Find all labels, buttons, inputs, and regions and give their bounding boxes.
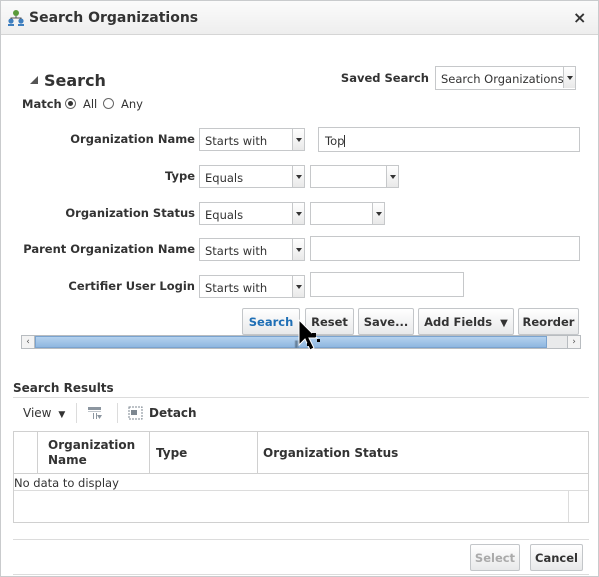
dropdown-triangle-icon: ▼	[500, 318, 508, 329]
footer-divider	[13, 539, 589, 540]
save-button[interactable]: Save...	[358, 308, 414, 335]
chevron-down-icon	[292, 239, 304, 260]
column-header-organization-status[interactable]: Organization Status	[258, 432, 588, 474]
scrollbar-thumb[interactable]: |||	[35, 336, 547, 348]
chevron-down-icon	[292, 203, 304, 224]
match-any-radio[interactable]	[103, 98, 114, 109]
match-all-label: All	[83, 97, 98, 111]
operator-value: Starts with	[205, 244, 268, 258]
chevron-down-icon	[563, 67, 575, 88]
operator-value: Starts with	[205, 134, 268, 148]
dropdown-triangle-icon: ▼	[58, 410, 66, 420]
chevron-down-icon	[386, 166, 398, 187]
search-heading: Search	[44, 71, 106, 90]
toolbar-separator	[76, 403, 77, 423]
select-button[interactable]: Select	[470, 544, 520, 571]
parent-organization-name-label: Parent Organization Name	[23, 242, 195, 256]
match-all-radio[interactable]	[65, 98, 76, 109]
detach-icon[interactable]	[128, 406, 143, 420]
column-label: Organization Name	[48, 438, 136, 467]
chevron-down-icon	[292, 166, 304, 187]
type-operator[interactable]: Equals	[199, 165, 305, 188]
view-label: View	[23, 406, 52, 420]
results-table: Organization Name Type Organization Stat…	[13, 431, 589, 523]
parent-organization-name-input[interactable]	[310, 236, 580, 261]
row-divider	[14, 490, 588, 491]
organization-icon	[8, 10, 24, 26]
table-header: Organization Name Type Organization Stat…	[14, 432, 588, 474]
add-fields-button[interactable]: Add Fields ▼	[418, 308, 514, 335]
search-results-title: Search Results	[13, 381, 114, 395]
saved-search-label: Saved Search	[340, 71, 429, 85]
chevron-down-icon	[292, 129, 304, 150]
operator-value: Starts with	[205, 281, 268, 295]
column-label: Organization Status	[263, 446, 399, 460]
freeze-columns-icon[interactable]	[87, 405, 103, 421]
column-header-type[interactable]: Type	[150, 432, 258, 474]
certifier-user-login-operator[interactable]: Starts with	[199, 275, 305, 298]
add-fields-label: Add Fields	[424, 315, 493, 329]
organization-name-label: Organization Name	[70, 132, 195, 146]
saved-search-value: Search Organizations	[441, 72, 564, 86]
mouse-cursor-icon	[298, 319, 320, 351]
operator-value: Equals	[205, 208, 244, 222]
organization-status-label: Organization Status	[65, 206, 195, 220]
match-label: Match	[22, 97, 62, 111]
results-divider	[13, 397, 589, 398]
no-data-message: No data to display	[14, 476, 119, 490]
scroll-right-icon[interactable]: ›	[567, 336, 580, 348]
match-any-label: Any	[121, 97, 143, 111]
certifier-user-login-label: Certifier User Login	[68, 279, 195, 293]
view-menu[interactable]: View ▼	[23, 406, 65, 420]
column-label: Type	[156, 446, 188, 460]
parent-organization-name-operator[interactable]: Starts with	[199, 238, 305, 261]
text-caret	[344, 135, 346, 147]
organization-name-input[interactable]: Top	[318, 127, 580, 152]
search-button[interactable]: Search	[242, 308, 300, 335]
operator-value: Equals	[205, 171, 244, 185]
cancel-button[interactable]: Cancel	[530, 544, 583, 571]
certifier-user-login-input[interactable]	[310, 272, 464, 297]
reorder-button[interactable]: Reorder	[518, 308, 579, 335]
column-divider	[568, 490, 569, 522]
scroll-left-icon[interactable]: ‹	[22, 336, 35, 348]
close-icon[interactable]: ×	[573, 8, 586, 27]
detach-button[interactable]: Detach	[149, 406, 197, 420]
saved-search-select[interactable]: Search Organizations	[435, 66, 576, 90]
organization-status-value-select[interactable]	[310, 202, 385, 225]
toolbar-separator	[117, 403, 118, 423]
organization-name-value: Top	[325, 134, 345, 148]
chevron-down-icon	[372, 203, 384, 224]
organization-status-operator[interactable]: Equals	[199, 202, 305, 225]
collapse-triangle-icon[interactable]	[29, 75, 39, 85]
chevron-down-icon	[292, 276, 304, 297]
bottom-border	[13, 574, 589, 575]
type-value-select[interactable]	[310, 165, 399, 188]
column-header-organization-name[interactable]: Organization Name	[38, 432, 150, 474]
dialog-title: Search Organizations	[29, 10, 199, 26]
search-organizations-dialog: Search Organizations × Search Saved Sear…	[0, 0, 599, 577]
row-selector-header	[14, 432, 38, 474]
organization-name-operator[interactable]: Starts with	[199, 128, 305, 151]
dialog-titlebar: Search Organizations ×	[1, 1, 598, 35]
type-label: Type	[164, 169, 195, 183]
